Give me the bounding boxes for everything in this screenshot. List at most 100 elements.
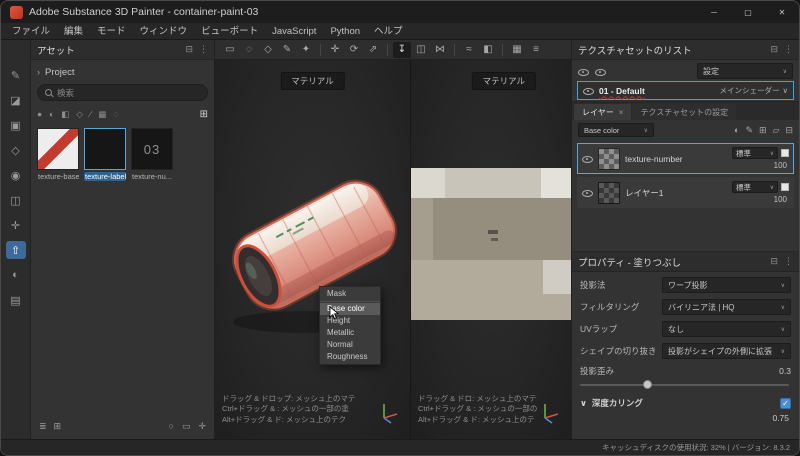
blend-mode-dropdown[interactable]: 標準 ∨ — [732, 181, 778, 193]
panel-menu-icon[interactable]: ⋮ — [784, 44, 793, 55]
menu-mode[interactable]: モード — [90, 23, 133, 40]
minimize-button[interactable]: ─ — [697, 1, 731, 23]
brush-select-tool-icon[interactable]: ✎ — [278, 42, 296, 58]
blend-mode-dropdown[interactable]: 標準 ∨ — [732, 147, 778, 159]
paint-effect-icon[interactable]: ✎ — [745, 125, 753, 136]
layer-opacity[interactable]: 100 — [774, 195, 789, 204]
visibility-eye-icon[interactable] — [583, 85, 594, 96]
slider-value[interactable]: 0.3 — [779, 366, 791, 376]
uv-wrap-dropdown[interactable]: なし ∨ — [662, 321, 791, 337]
filtering-dropdown[interactable]: バイリニア法 | HQ ∨ — [662, 299, 791, 315]
list-view-icon[interactable]: ≣ — [39, 421, 47, 432]
layer-row-texture-number[interactable]: texture-number 標準 ∨ 100 — [577, 143, 794, 174]
add-folder-icon[interactable]: ▱ — [773, 125, 780, 136]
layer-mask-icon[interactable] — [781, 149, 789, 157]
drop-material-tool-icon[interactable]: ↧ — [393, 42, 411, 58]
eraser-tool-icon[interactable]: ◪ — [6, 91, 26, 109]
grid-view-icon[interactable]: ⊞ — [200, 109, 208, 120]
context-menu-item-normal[interactable]: Normal — [320, 339, 380, 351]
asset-texture-base[interactable]: texture-base — [37, 128, 79, 181]
symmetry-toggle-icon[interactable]: ⋈ — [431, 42, 449, 58]
display-circle-icon[interactable]: ○ — [169, 421, 174, 432]
rect-select-tool-icon[interactable]: ▭ — [221, 42, 239, 58]
shelf-tool-icon[interactable]: ▤ — [6, 291, 26, 309]
menu-viewport[interactable]: ビューポート — [194, 23, 265, 40]
visibility-eye-icon[interactable] — [582, 187, 593, 198]
paint-tool-icon[interactable]: ✎ — [6, 66, 26, 84]
split-view-toggle-icon[interactable]: ◧ — [479, 42, 497, 58]
menu-help[interactable]: ヘルプ — [367, 23, 410, 40]
viewport-2d[interactable]: マテリアル ドラッグ & ドロ: メッシュ上のマテ — [411, 60, 571, 439]
slider-knob[interactable] — [643, 380, 652, 389]
move-manipulator-icon[interactable]: ✛ — [326, 42, 344, 58]
panel-menu-icon[interactable]: ⋮ — [784, 256, 793, 267]
menu-javascript[interactable]: JavaScript — [265, 23, 323, 40]
settings-dropdown[interactable]: 設定 ∨ — [697, 63, 793, 79]
projection-distortion-slider[interactable] — [580, 379, 789, 391]
asset-texture-number[interactable]: 03 texture-nu... — [131, 128, 173, 181]
texture-set-row[interactable]: 01 - Default メインシェーダー ∨ — [577, 81, 794, 100]
context-menu-item-roughness[interactable]: Roughness — [320, 351, 380, 363]
projection-tool-icon[interactable]: ▣ — [6, 116, 26, 134]
smudge-tool-icon[interactable]: ◉ — [6, 166, 26, 184]
tab-texture-set-settings[interactable]: テクスチャセットの設定 — [632, 104, 736, 120]
layer-thumbnail[interactable] — [598, 148, 620, 170]
layer-thumbnail[interactable] — [598, 182, 620, 204]
visibility-eye-icon[interactable] — [582, 153, 593, 164]
dock-icon[interactable]: ⊟ — [185, 44, 193, 55]
menu-edit[interactable]: 編集 — [57, 23, 90, 40]
viewport-3d[interactable]: マテリアル — [215, 60, 411, 439]
filter-environments-icon[interactable]: ◌ — [113, 109, 118, 119]
search-input[interactable]: 検索 — [37, 84, 208, 101]
add-layer-icon[interactable]: ⊞ — [759, 125, 767, 136]
material-picker-tool-icon[interactable]: ✛ — [6, 216, 26, 234]
solo-eye-icon[interactable] — [595, 66, 606, 77]
filter-textures-icon[interactable]: ▦ — [98, 109, 106, 120]
clone-tool-icon[interactable]: ◫ — [6, 191, 26, 209]
context-menu-item-mask[interactable]: Mask — [320, 288, 380, 300]
display-settings-tool-icon[interactable]: ◐ — [6, 266, 26, 284]
layer-mask-icon[interactable] — [781, 183, 789, 191]
scale-manipulator-icon[interactable]: ⇗ — [364, 42, 382, 58]
depth-culling-section[interactable]: ∨ 深度カリング ✓ — [580, 397, 791, 409]
export-tool-icon[interactable]: ⇧ — [6, 241, 26, 259]
uv-texture-view[interactable] — [411, 168, 571, 320]
lasso-select-tool-icon[interactable]: ◌ — [240, 42, 258, 58]
polygon-select-tool-icon[interactable]: ◇ — [259, 42, 277, 58]
shader-selector[interactable]: メインシェーダー ∨ — [720, 85, 789, 96]
depth-culling-value[interactable]: 0.75 — [580, 413, 791, 423]
filter-brushes-icon[interactable]: ◇ — [76, 109, 83, 120]
polygon-fill-tool-icon[interactable]: ◇ — [6, 141, 26, 159]
menu-file[interactable]: ファイル — [5, 23, 57, 40]
filter-alphas-icon[interactable]: ∕ — [90, 109, 91, 119]
viewport-menu-icon[interactable]: ≡ — [527, 42, 545, 58]
projection-dropdown[interactable]: ワープ投影 ∨ — [662, 277, 791, 293]
rotate-manipulator-icon[interactable]: ⟳ — [345, 42, 363, 58]
panel-menu-icon[interactable]: ⋮ — [199, 44, 208, 55]
layer-row-layer1[interactable]: レイヤー1 標準 ∨ 100 — [577, 177, 794, 208]
mirror-toggle-icon[interactable]: ◫ — [412, 42, 430, 58]
filter-materials-icon[interactable]: ◐ — [49, 109, 54, 119]
project-tree-item[interactable]: › Project — [37, 64, 208, 80]
display-frame-icon[interactable]: ▭ — [182, 421, 191, 432]
camera-toggle-icon[interactable]: ▦ — [508, 42, 526, 58]
thumbnail-view-icon[interactable]: ⊞ — [54, 421, 62, 432]
display-crosshair-icon[interactable]: ✛ — [198, 421, 206, 432]
material-mode-chip-2d[interactable]: マテリアル — [472, 72, 536, 90]
add-effect-icon[interactable]: ◐ — [734, 125, 739, 136]
menu-window[interactable]: ウィンドウ — [133, 23, 195, 40]
menu-python[interactable]: Python — [323, 23, 367, 40]
material-mode-chip-3d[interactable]: マテリアル — [280, 72, 344, 90]
asset-texture-label[interactable]: texture-label — [84, 128, 126, 181]
falloff-toggle-icon[interactable]: ≈ — [460, 42, 478, 58]
dock-icon[interactable]: ⊟ — [770, 256, 778, 267]
context-menu-item-base-color[interactable]: Base color — [320, 303, 380, 315]
maximize-button[interactable]: ▢ — [731, 1, 765, 23]
close-button[interactable]: ✕ — [765, 1, 799, 23]
axis-gizmo[interactable] — [537, 399, 563, 425]
filter-all-icon[interactable]: ● — [37, 109, 42, 119]
depth-culling-checkbox[interactable]: ✓ — [780, 398, 791, 409]
visibility-eye-icon[interactable] — [578, 66, 589, 77]
shape-crop-dropdown[interactable]: 投影がシェイプの外側に拡張 ∨ — [662, 343, 791, 359]
tab-layers[interactable]: レイヤー × — [574, 104, 631, 120]
